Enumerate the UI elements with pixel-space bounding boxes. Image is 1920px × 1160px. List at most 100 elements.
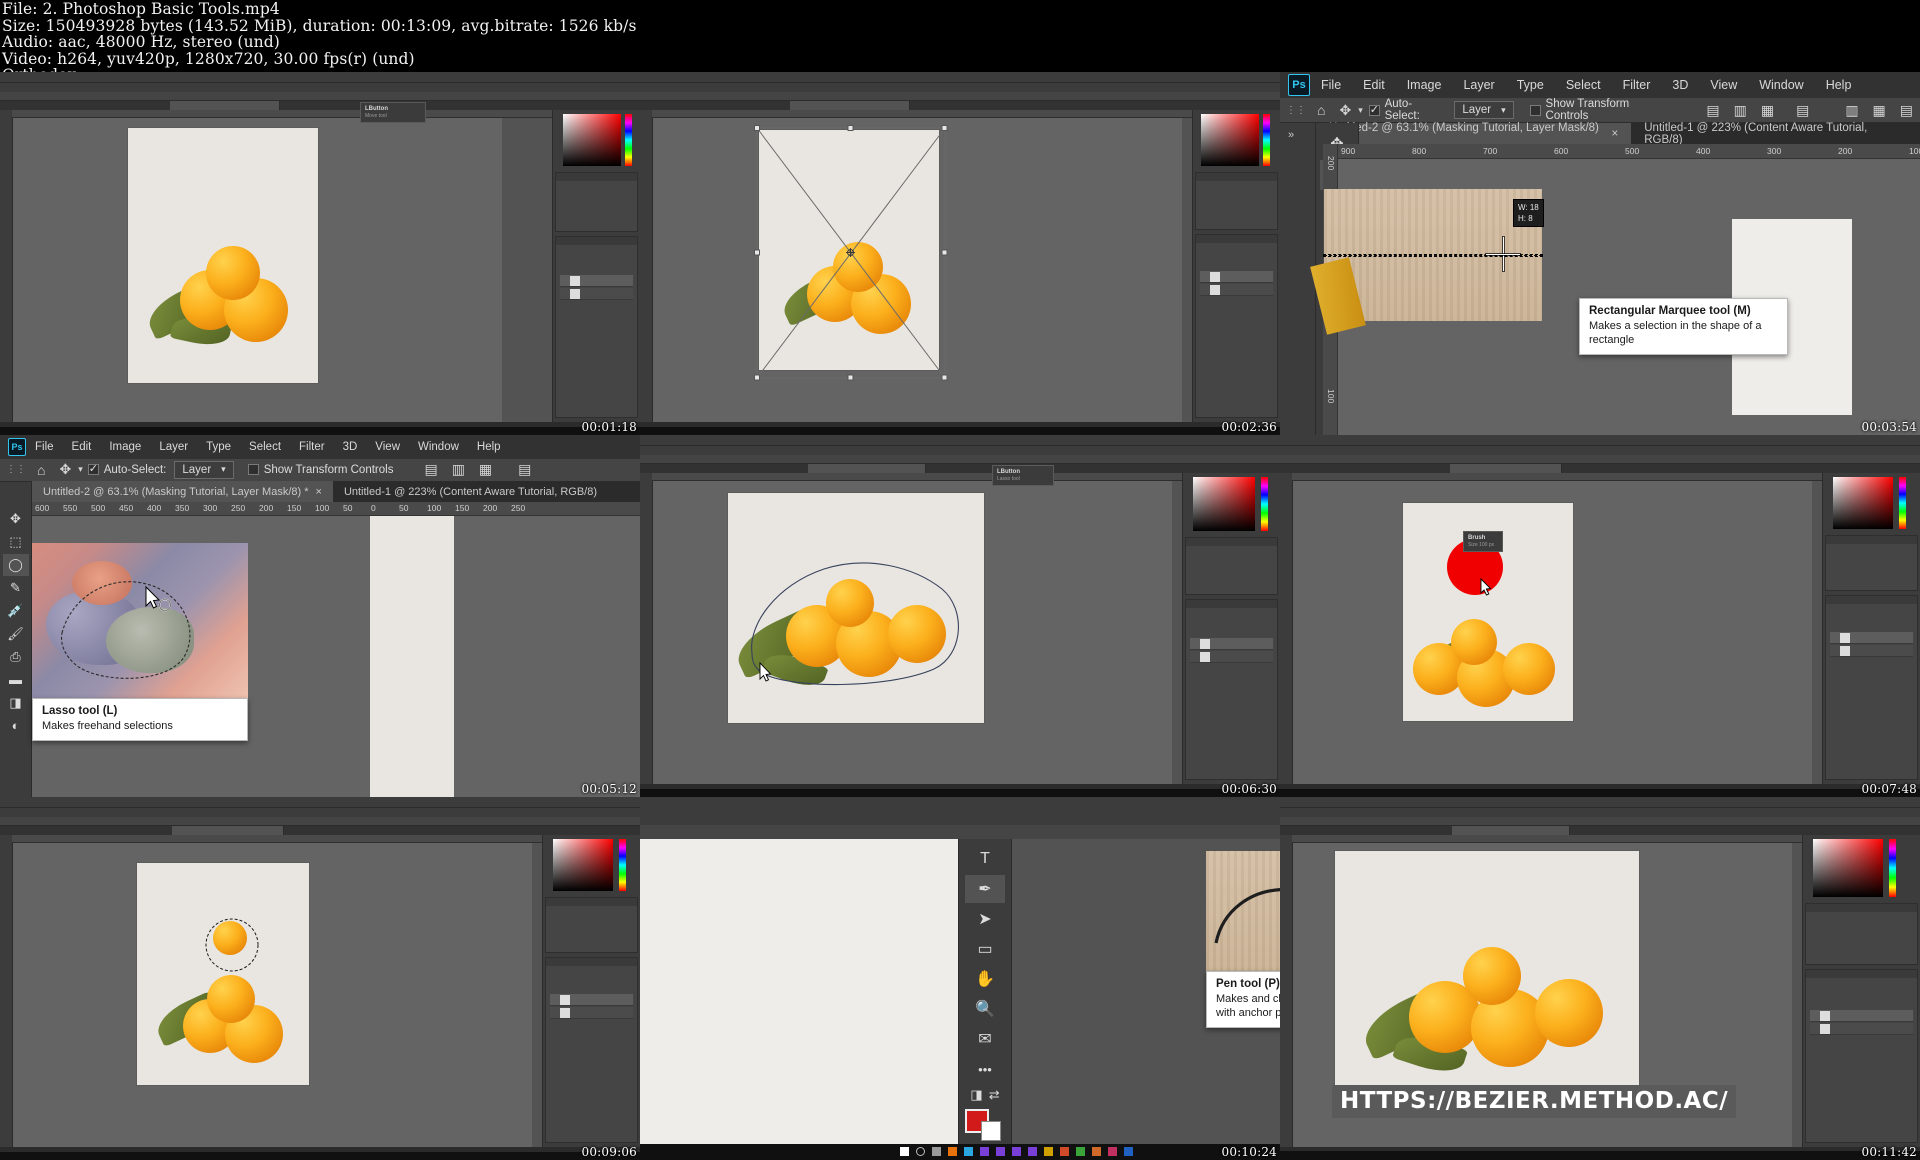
properties-panel[interactable] <box>1805 903 1918 966</box>
properties-panel[interactable] <box>1195 172 1278 230</box>
menu-bar[interactable]: Ps File Edit Image Layer Type Select Fil… <box>0 434 640 459</box>
document-tab-active[interactable] <box>1450 463 1562 473</box>
thumbnail-tile-7[interactable]: 00:09:06 <box>0 797 640 1160</box>
hue-slider[interactable] <box>1899 476 1906 529</box>
thumbnail-tile-6[interactable]: Brush Size 100 px 00:07:48 <box>1280 434 1920 798</box>
rectangle-tool-icon[interactable]: ▭ <box>965 935 1005 963</box>
tools-panel[interactable] <box>0 835 13 1147</box>
auto-select-scope-dropdown[interactable]: Layer ▾ <box>1454 101 1514 119</box>
right-dock[interactable] <box>1192 110 1280 422</box>
os-taskbar[interactable] <box>640 789 1280 798</box>
path-selection-tool-icon[interactable]: ➤ <box>965 905 1005 933</box>
color-picker-field[interactable] <box>1193 476 1255 531</box>
move-tool-icon[interactable]: ✥ <box>52 461 78 478</box>
chevron-down-icon[interactable]: ▾ <box>1358 105 1369 116</box>
distribute-icon[interactable]: ▤ <box>1789 102 1816 119</box>
os-taskbar[interactable] <box>640 1143 1280 1160</box>
color-picker-field[interactable] <box>1833 476 1893 529</box>
auto-select-scope-dropdown[interactable]: Layer ▾ <box>174 460 234 479</box>
explorer-icon[interactable] <box>964 1147 973 1157</box>
color-swatches[interactable] <box>965 1109 1005 1142</box>
properties-panel[interactable] <box>545 897 638 954</box>
canvas-area[interactable]: W: 18 H: 8 <box>1310 159 1920 435</box>
right-dock[interactable] <box>542 835 640 1147</box>
windows-start-icon[interactable] <box>900 1147 909 1157</box>
brush-tool-icon[interactable]: 🖌 <box>3 623 29 645</box>
chevron-down-icon[interactable]: ▾ <box>78 464 88 475</box>
hue-slider[interactable] <box>1889 839 1896 898</box>
type-tool-icon[interactable]: T <box>965 845 1005 873</box>
clone-stamp-tool-icon[interactable]: ⎙ <box>3 646 29 668</box>
color-picker-field[interactable] <box>1813 839 1883 898</box>
background-color-swatch[interactable] <box>981 1121 1001 1142</box>
layer-row[interactable] <box>1810 1023 1913 1036</box>
home-icon[interactable]: ⌂ <box>30 462 52 478</box>
close-icon[interactable]: × <box>316 486 322 498</box>
tools-panel[interactable] <box>640 110 653 422</box>
document-tab-untitled-1[interactable]: Untitled-1 @ 223% (Content Aware Tutoria… <box>1631 122 1920 146</box>
align-left-icon[interactable]: ▤ <box>1699 102 1726 119</box>
menu-item-window[interactable]: Window <box>409 441 468 453</box>
layer-row[interactable] <box>550 994 633 1007</box>
menu-item-window[interactable]: Window <box>1748 78 1814 92</box>
layers-panel[interactable] <box>555 236 638 418</box>
app-icon[interactable] <box>1092 1147 1101 1157</box>
show-transform-checkbox[interactable] <box>247 464 259 476</box>
os-taskbar[interactable] <box>1280 789 1920 798</box>
align-right-icon[interactable]: ▦ <box>472 461 499 478</box>
layer-row[interactable] <box>560 275 633 287</box>
app-icon[interactable] <box>996 1147 1005 1157</box>
menu-bar[interactable]: Ps File Edit Image Layer Type Select Fil… <box>1280 72 1920 98</box>
distribute-top-icon[interactable]: ▥ <box>1838 102 1865 119</box>
task-view-icon[interactable] <box>932 1147 941 1157</box>
tools-panel[interactable]: T ✒ ➤ ▭ ✋ 🔍 ✉ ••• ◨ ⇄ ◫ ▣ <box>958 839 1012 1160</box>
hue-slider[interactable] <box>619 839 626 892</box>
thumbnail-tile-2[interactable]: 00:02:36 <box>640 72 1280 435</box>
right-dock[interactable] <box>1802 835 1920 1147</box>
menu-item-filter[interactable]: Filter <box>290 441 334 453</box>
right-dock[interactable] <box>552 110 640 422</box>
menu-item-filter[interactable]: Filter <box>1612 78 1662 92</box>
tools-panel[interactable]: ✥ ⬚ ◯ ✎ 💉 🖌 ⎙ ▬ ◨ ◐ <box>0 501 32 798</box>
app-icon[interactable] <box>1028 1147 1037 1157</box>
layers-panel[interactable] <box>545 957 638 1143</box>
document-tab-bar[interactable]: Untitled-2 @ 63.1% (Masking Tutorial, La… <box>32 481 640 503</box>
app-icon[interactable] <box>1076 1147 1085 1157</box>
browser-icon[interactable] <box>948 1147 957 1157</box>
move-tool-icon[interactable]: ✥ <box>1332 102 1358 119</box>
thumbnail-tile-8[interactable]: T ✒ ➤ ▭ ✋ 🔍 ✉ ••• ◨ ⇄ ◫ ▣ <box>640 797 1280 1160</box>
distribute-icon[interactable]: ▤ <box>511 461 538 478</box>
app-icon[interactable] <box>1012 1147 1021 1157</box>
distribute-bottom-icon[interactable]: ▤ <box>1893 102 1920 119</box>
layer-row[interactable] <box>1830 631 1913 644</box>
document-tab-active[interactable] <box>1452 826 1570 836</box>
search-icon[interactable] <box>916 1147 925 1157</box>
options-bar-grip[interactable]: ⋮⋮ <box>0 464 30 475</box>
document-tab-untitled-1[interactable]: Untitled-1 @ 223% (Content Aware Tutoria… <box>333 481 608 502</box>
home-icon[interactable]: ⌂ <box>1310 102 1332 118</box>
menu-item-layer[interactable]: Layer <box>150 441 197 453</box>
right-dock[interactable] <box>1822 472 1920 785</box>
reset-colors-icon[interactable]: ⇄ <box>989 1087 1000 1103</box>
menu-item-type[interactable]: Type <box>197 441 240 453</box>
pen-tool-icon[interactable]: ✒ <box>965 875 1005 904</box>
layer-row[interactable] <box>1190 637 1273 650</box>
menu-item-select[interactable]: Select <box>240 441 290 453</box>
thumbnail-tile-1[interactable]: LButton Move tool 00:01:18 <box>0 72 640 435</box>
options-bar-grip[interactable]: ⋮⋮ <box>1280 105 1310 116</box>
zoom-tool-icon[interactable]: 🔍 <box>965 995 1005 1023</box>
align-center-icon[interactable]: ▥ <box>1727 102 1754 119</box>
options-bar[interactable]: ⋮⋮ ⌂ ✥ ▾ Auto-Select: Layer ▾ Show Trans… <box>1280 98 1920 123</box>
document-tab-untitled-2[interactable]: Untitled-2 @ 63.1% (Masking Tutorial, La… <box>1316 122 1632 146</box>
panel-collapse-strip[interactable]: » <box>1280 123 1316 435</box>
lasso-tool-icon[interactable]: ◯ <box>2 553 29 576</box>
hue-slider[interactable] <box>625 114 632 166</box>
app-icon[interactable] <box>1060 1147 1069 1157</box>
os-taskbar[interactable] <box>1280 1150 1920 1160</box>
color-picker-field[interactable] <box>563 114 621 166</box>
layer-row[interactable] <box>560 288 633 300</box>
dodge-tool-icon[interactable]: ◐ <box>3 715 29 737</box>
layers-panel[interactable] <box>1185 598 1278 781</box>
os-taskbar[interactable] <box>640 426 1280 435</box>
thumbnail-tile-4[interactable]: Ps File Edit Image Layer Type Select Fil… <box>0 434 640 798</box>
